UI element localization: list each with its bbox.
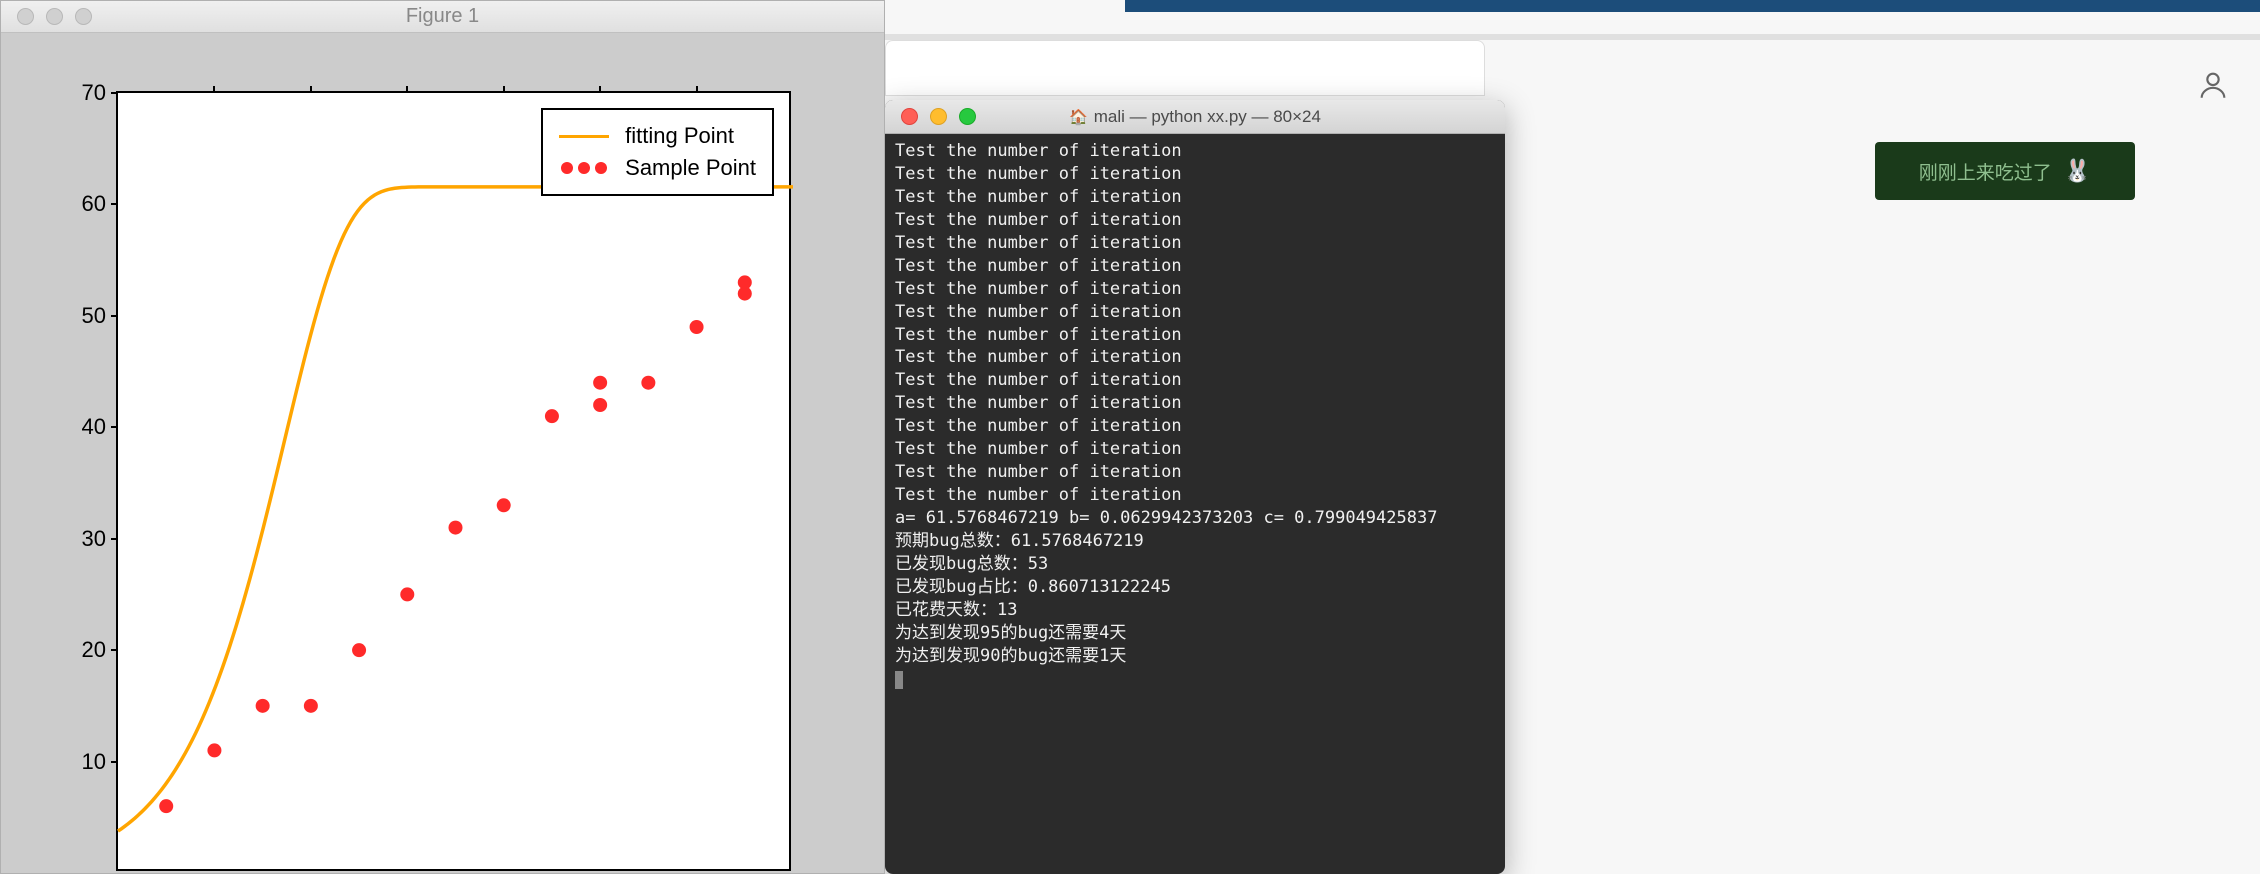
sample-point [159,799,173,813]
legend-row-fitting: fitting Point [559,120,756,152]
close-icon[interactable] [17,8,34,25]
terminal-body[interactable]: Test the number of iteration Test the nu… [885,134,1505,697]
bg-top-accent [1125,0,2260,12]
close-icon[interactable] [901,108,918,125]
minimize-icon[interactable] [930,108,947,125]
figure-title: Figure 1 [406,5,479,28]
chart-legend: fitting Point Sample Point [541,108,774,196]
browser-tab[interactable] [885,40,1485,96]
figure-canvas: fitting Point Sample Point 10 20 30 40 50 60 7… [11,41,874,863]
y-tick-label: 20 [82,637,106,663]
sample-point [207,743,221,757]
sample-point [593,398,607,412]
terminal-titlebar[interactable]: 🏠 mali — python xx.py — 80×24 [885,100,1505,134]
sample-point [256,699,270,713]
terminal-title: 🏠 mali — python xx.py — 80×24 [1069,107,1321,127]
y-tick-label: 40 [82,414,106,440]
y-tick-label: 60 [82,191,106,217]
sample-point [400,587,414,601]
figure-traffic-lights [1,8,92,25]
badge-text: 刚刚上来吃过了 [1919,158,2052,185]
y-tick-label: 70 [82,80,106,106]
y-tick-label: 30 [82,526,106,552]
bg-divider [885,34,2260,40]
sample-point [497,498,511,512]
minimize-icon[interactable] [46,8,63,25]
maximize-icon[interactable] [75,8,92,25]
sample-point [593,376,607,390]
legend-label: fitting Point [625,123,734,149]
terminal-title-text: mali — python xx.py — 80×24 [1094,107,1321,127]
maximize-icon[interactable] [959,108,976,125]
sample-point [690,320,704,334]
sample-point [449,521,463,535]
sample-point [641,376,655,390]
terminal-cursor [895,671,903,689]
sample-point [545,409,559,423]
terminal-window[interactable]: 🏠 mali — python xx.py — 80×24 Test the n… [885,100,1505,874]
profile-icon[interactable] [2196,68,2230,107]
sample-point [352,643,366,657]
legend-dots-swatch [559,162,609,174]
legend-row-sample: Sample Point [559,152,756,184]
figure-window[interactable]: Figure 1 fitting Point Sample Point 10 20… [0,0,885,874]
rabbit-icon: 🐰 [2064,158,2091,184]
chart-svg [118,93,793,873]
fitting-curve [118,187,793,831]
terminal-traffic-lights [885,108,976,125]
figure-titlebar[interactable]: Figure 1 [1,1,884,33]
notification-badge: 刚刚上来吃过了 🐰 [1875,142,2135,200]
sample-point [304,699,318,713]
home-icon: 🏠 [1069,108,1088,126]
chart-plot-area: fitting Point Sample Point 1020304050607… [116,91,791,871]
y-tick-label: 10 [82,749,106,775]
legend-line-swatch [559,135,609,138]
sample-point [738,275,752,289]
legend-label: Sample Point [625,155,756,181]
y-tick-label: 50 [82,303,106,329]
